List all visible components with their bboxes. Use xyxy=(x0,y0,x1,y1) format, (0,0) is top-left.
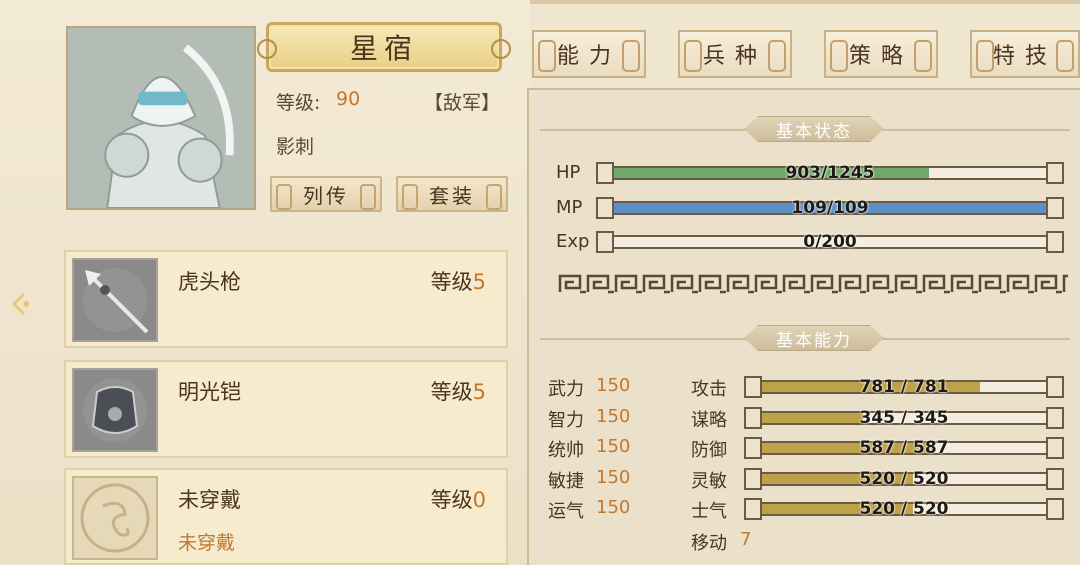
combat-stat-value: 345 / 345 xyxy=(859,407,949,428)
combat-stat-value: 520 / 520 xyxy=(859,468,949,489)
tab-ability-label: 能力 xyxy=(556,44,621,69)
equipment-status: 未穿戴 xyxy=(178,532,236,554)
combat-stat-value: 587 / 587 xyxy=(859,438,949,458)
basic-status-title: 基本状态 xyxy=(776,121,852,142)
combat-stat-label: 防御 xyxy=(691,440,727,461)
tab-ability[interactable]: 能力 xyxy=(532,30,646,78)
attribute-label: 武力 xyxy=(548,379,584,400)
expand-arrow-icon[interactable] xyxy=(8,290,36,318)
attribute-label: 敏捷 xyxy=(548,470,584,492)
equipment-name: 虎头枪 xyxy=(178,270,241,294)
status-bar: 109/109 xyxy=(596,197,1064,219)
faction-label: 【敌军】 xyxy=(424,92,501,114)
biography-button[interactable]: 列传 xyxy=(270,176,382,212)
character-portrait xyxy=(66,26,256,210)
move-value: 7 xyxy=(740,529,752,550)
combat-stat-label: 灵敏 xyxy=(691,470,727,492)
biography-button-label: 列传 xyxy=(303,183,349,208)
attribute-value: 150 xyxy=(596,405,631,427)
spear-icon xyxy=(72,258,158,342)
tab-strategy-label: 策略 xyxy=(848,44,913,69)
character-name-plate: 星宿 xyxy=(257,22,511,72)
equipment-level-label: 等级 xyxy=(430,270,473,294)
level-label: 等级: xyxy=(276,92,321,114)
basic-ability-title: 基本能力 xyxy=(776,330,852,351)
status-bar: 903/1245 xyxy=(596,162,1064,184)
status-bar-value: 109/109 xyxy=(791,198,869,218)
fret-pattern-divider xyxy=(558,274,1068,294)
equipment-set-button-label: 套装 xyxy=(429,183,475,208)
tab-troop-type[interactable]: 兵种 xyxy=(678,30,792,78)
attribute-value: 150 xyxy=(596,375,631,396)
class-label: 影刺 xyxy=(276,136,315,158)
armor-icon xyxy=(72,368,158,452)
attribute-label: 统帅 xyxy=(548,440,584,461)
combat-stat-bar: 781 / 781 xyxy=(744,376,1064,398)
equipment-level-value: 5 xyxy=(472,380,486,404)
status-bar-label: Exp xyxy=(556,231,590,252)
equipment-set-button[interactable]: 套装 xyxy=(396,176,508,212)
combat-stat-bar: 587 / 587 xyxy=(744,437,1064,459)
attribute-value: 150 xyxy=(596,436,631,457)
combat-stat-value: 781 / 781 xyxy=(859,377,949,397)
armored-knight-image xyxy=(68,28,254,208)
dragon-emblem-icon xyxy=(72,476,158,560)
level-value: 90 xyxy=(336,88,361,110)
combat-stat-bar: 520 / 520 xyxy=(744,467,1064,490)
equipment-level-value: 0 xyxy=(472,488,486,512)
tab-special-skill-label: 特技 xyxy=(992,44,1057,69)
tab-special-skill[interactable]: 特技 xyxy=(970,30,1080,78)
basic-status-header: 基本状态 xyxy=(744,116,884,142)
character-name: 星宿 xyxy=(349,32,418,65)
basic-ability-header: 基本能力 xyxy=(744,325,884,351)
equipment-name: 未穿戴 xyxy=(178,488,241,512)
status-bar-value: 0/200 xyxy=(803,232,857,252)
equipment-level: 等级5 xyxy=(431,266,486,296)
combat-stat-bar: 345 / 345 xyxy=(744,406,1064,429)
equipment-slot-empty[interactable]: 未穿戴 等级0 未穿戴 xyxy=(64,468,508,565)
equipment-level-label: 等级 xyxy=(430,488,473,512)
tab-troop-type-label: 兵种 xyxy=(702,44,767,69)
attribute-label: 运气 xyxy=(548,501,584,522)
tab-strategy[interactable]: 策略 xyxy=(824,30,938,78)
status-bar-label: HP xyxy=(556,162,581,183)
equipment-name: 明光铠 xyxy=(178,380,241,404)
equipment-slot-weapon[interactable]: 虎头枪 等级5 xyxy=(64,250,508,348)
equipment-slot-armor[interactable]: 明光铠 等级5 xyxy=(64,360,508,458)
attribute-value: 150 xyxy=(596,466,631,488)
combat-stat-value: 520 / 520 xyxy=(859,499,949,519)
combat-stat-label: 士气 xyxy=(691,501,727,522)
combat-stat-label: 攻击 xyxy=(691,379,727,400)
equipment-level: 等级0 xyxy=(431,484,486,514)
attribute-value: 150 xyxy=(596,497,631,518)
combat-stat-label: 谋略 xyxy=(691,409,727,431)
status-bar: 0/200 xyxy=(596,231,1064,253)
move-label: 移动 xyxy=(691,533,727,554)
status-bar-label: MP xyxy=(556,197,583,218)
attribute-label: 智力 xyxy=(548,409,584,431)
equipment-level-label: 等级 xyxy=(430,380,473,404)
equipment-level: 等级5 xyxy=(431,376,486,406)
combat-stat-bar: 520 / 520 xyxy=(744,498,1064,520)
equipment-level-value: 5 xyxy=(472,270,486,294)
status-bar-value: 903/1245 xyxy=(785,163,875,183)
